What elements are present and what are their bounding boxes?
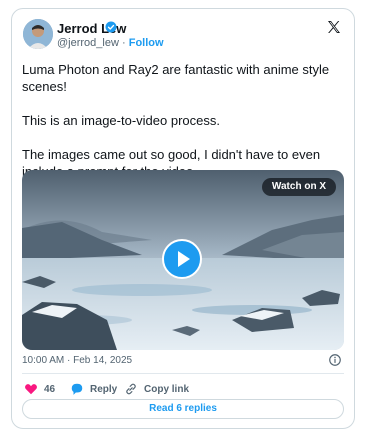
copy-link-button[interactable]: Copy link bbox=[124, 381, 189, 397]
verified-badge-icon bbox=[105, 21, 117, 33]
like-button[interactable]: 46 bbox=[24, 381, 55, 397]
reply-label: Reply bbox=[90, 383, 118, 395]
like-count: 46 bbox=[44, 383, 56, 395]
handle-row: @jerrod_lew · Follow bbox=[57, 37, 164, 49]
author-handle[interactable]: @jerrod_lew bbox=[57, 37, 119, 49]
avatar[interactable] bbox=[23, 19, 53, 49]
watch-on-x-button[interactable]: Watch on X bbox=[261, 178, 336, 196]
play-button[interactable] bbox=[162, 239, 202, 279]
divider bbox=[22, 373, 344, 374]
timestamp[interactable]: 10:00 AM · Feb 14, 2025 bbox=[22, 355, 132, 366]
reply-button[interactable]: Reply bbox=[70, 381, 117, 397]
handle-separator: · bbox=[121, 37, 126, 49]
video-thumbnail[interactable]: Watch on X bbox=[22, 170, 344, 350]
heart-icon bbox=[25, 384, 37, 395]
play-icon bbox=[178, 251, 190, 267]
tweet-paragraph: This is an image-to-video process. bbox=[22, 113, 220, 128]
x-logo-icon[interactable] bbox=[326, 19, 342, 35]
reply-bubble-icon bbox=[71, 383, 83, 395]
follow-button[interactable]: Follow bbox=[129, 37, 164, 49]
copy-link-label: Copy link bbox=[144, 383, 190, 395]
tweet-card: Jerrod Lew @jerrod_lew · Follow Luma Pho… bbox=[11, 8, 355, 429]
link-icon bbox=[126, 383, 136, 395]
tweet-paragraph: Luma Photon and Ray2 are fantastic with … bbox=[22, 62, 330, 94]
info-icon[interactable] bbox=[328, 353, 342, 367]
read-replies-button[interactable]: Read 6 replies bbox=[22, 399, 344, 419]
